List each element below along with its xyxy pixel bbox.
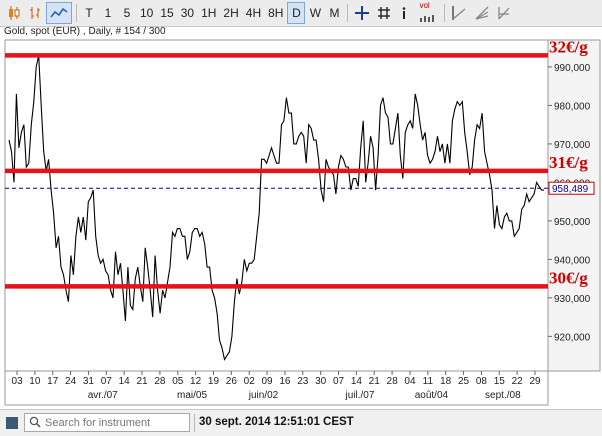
y-tick-label: 970,000 (554, 140, 591, 151)
x-tick-label: 23 (297, 376, 309, 387)
y-tick-label: 930,000 (554, 294, 591, 305)
y-tick-label: 920,000 (554, 332, 591, 343)
x-month-label: sept./08 (485, 390, 521, 401)
x-tick-label: 10 (29, 376, 41, 387)
price-chart[interactable]: 920,000930,000940,000950,000960,000970,0… (0, 0, 602, 409)
annotation-label: 31€/g (549, 153, 588, 172)
x-tick-label: 21 (369, 376, 381, 387)
x-tick-label: 08 (476, 376, 488, 387)
plot-area[interactable] (4, 39, 549, 372)
x-tick-label: 24 (65, 376, 77, 387)
x-tick-label: 04 (404, 376, 416, 387)
x-tick-label: 07 (333, 376, 345, 387)
x-tick-label: 19 (208, 376, 220, 387)
x-tick-label: 26 (226, 376, 238, 387)
y-tick-label: 980,000 (554, 101, 591, 112)
x-tick-label: 21 (136, 376, 148, 387)
search-input[interactable] (24, 413, 190, 432)
annotation-label: 32€/g (549, 37, 588, 56)
annotation-label: 30€/g (549, 268, 588, 287)
x-tick-label: 07 (101, 376, 113, 387)
x-tick-label: 18 (440, 376, 452, 387)
x-tick-label: 03 (11, 376, 23, 387)
status-bar: 30 sept. 2014 12:51:01 CEST (0, 409, 602, 436)
price-axis[interactable] (547, 39, 601, 372)
x-month-label: août/04 (415, 390, 449, 401)
instrument-list-icon[interactable] (6, 417, 18, 429)
x-tick-label: 02 (244, 376, 256, 387)
x-tick-label: 28 (387, 376, 399, 387)
x-month-label: mai/05 (177, 390, 207, 401)
x-month-label: juil./07 (344, 390, 374, 401)
x-tick-label: 15 (494, 376, 506, 387)
x-tick-label: 30 (315, 376, 327, 387)
y-tick-label: 990,000 (554, 63, 591, 74)
x-tick-label: 09 (262, 376, 274, 387)
x-month-label: juin/02 (248, 390, 279, 401)
x-tick-label: 05 (172, 376, 184, 387)
x-tick-label: 16 (279, 376, 291, 387)
x-tick-label: 25 (458, 376, 470, 387)
y-tick-label: 950,000 (554, 217, 591, 228)
server-datetime: 30 sept. 2014 12:51:01 CEST (199, 416, 354, 428)
x-tick-label: 17 (47, 376, 59, 387)
x-tick-label: 28 (154, 376, 166, 387)
x-tick-label: 11 (423, 376, 434, 387)
x-tick-label: 29 (529, 376, 541, 387)
y-tick-label: 940,000 (554, 255, 591, 266)
x-tick-label: 14 (351, 376, 363, 387)
x-tick-label: 31 (83, 376, 95, 387)
current-price-label: 958,489 (552, 184, 589, 195)
x-month-label: avr./07 (88, 390, 118, 401)
x-tick-label: 14 (119, 376, 131, 387)
x-tick-label: 12 (190, 376, 202, 387)
status-divider (194, 414, 195, 432)
x-tick-label: 22 (512, 376, 524, 387)
search-icon (29, 416, 41, 428)
